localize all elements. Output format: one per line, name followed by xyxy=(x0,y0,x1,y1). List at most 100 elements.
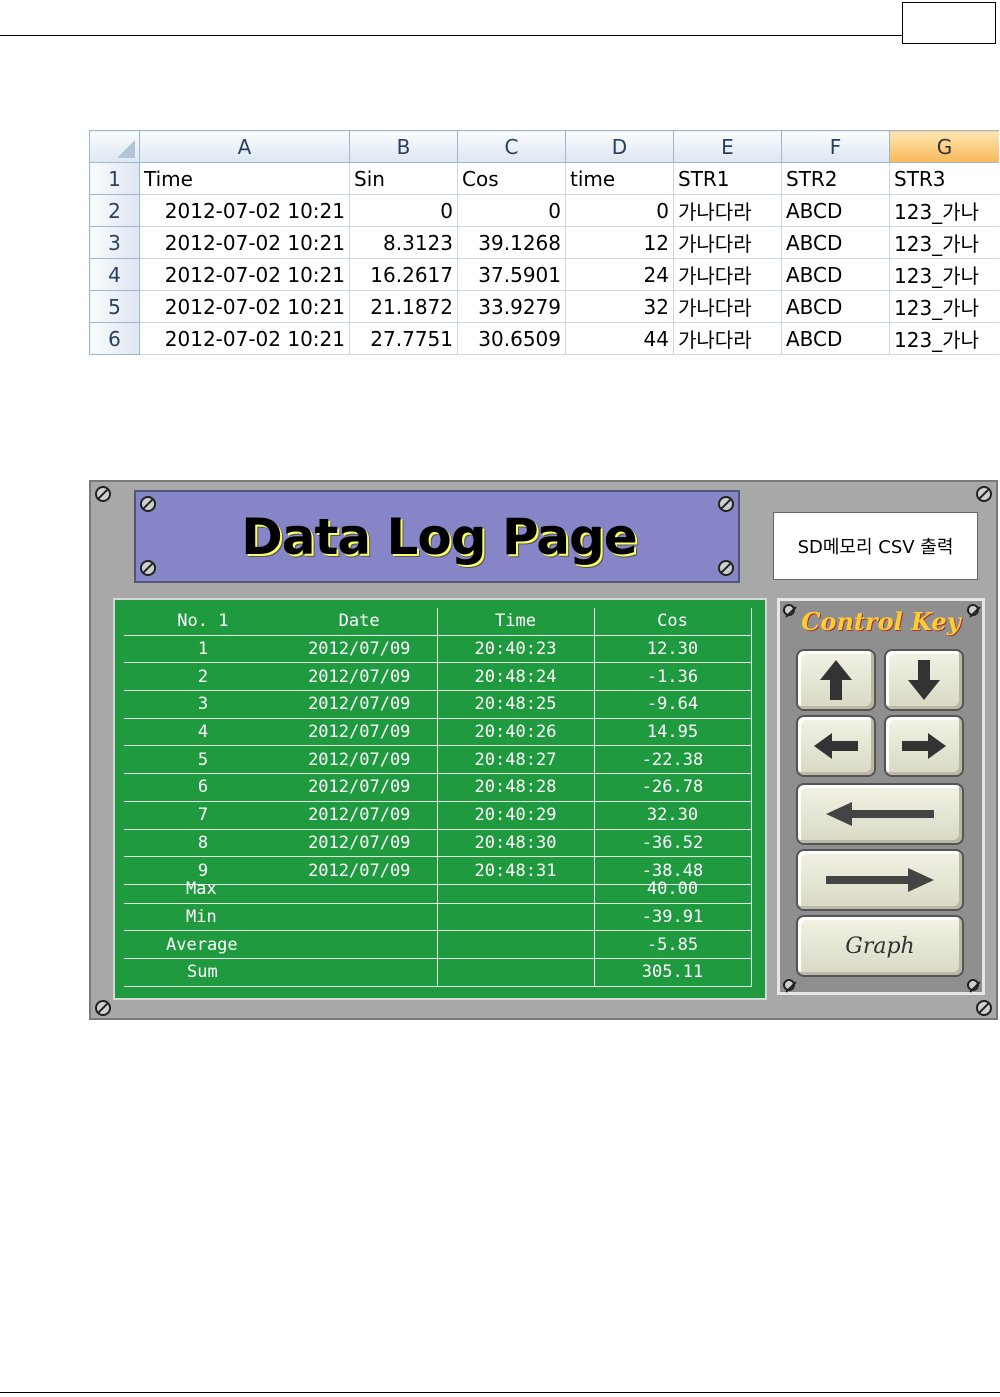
cell[interactable]: 123_가나 xyxy=(889,226,999,259)
log-time: 20:48:28 xyxy=(437,773,595,802)
cell[interactable]: 2012-07-02 10:21 xyxy=(139,322,350,355)
cell[interactable]: 30.6509 xyxy=(457,322,566,355)
page-back-button[interactable] xyxy=(796,783,964,845)
cell[interactable]: STR1 xyxy=(673,162,782,195)
log-date: 2012/07/09 xyxy=(282,718,438,747)
up-button[interactable] xyxy=(796,649,876,711)
cell[interactable]: 가나다라 xyxy=(673,194,782,227)
cell[interactable]: 24 xyxy=(565,258,674,291)
cell[interactable]: 44 xyxy=(565,322,674,355)
cell[interactable]: 32 xyxy=(565,290,674,323)
log-date: 2012/07/09 xyxy=(282,829,438,858)
log-row[interactable]: 6 2012/07/09 20:48:28 -26.78 xyxy=(124,773,752,802)
log-time: 20:40:23 xyxy=(437,635,595,664)
cell[interactable]: 가나다라 xyxy=(673,322,782,355)
row-header[interactable]: 1 xyxy=(89,162,140,195)
screw-icon xyxy=(976,486,992,502)
log-row[interactable]: 4 2012/07/09 20:40:26 14.95 xyxy=(124,718,752,747)
log-no: 5 xyxy=(124,745,282,775)
log-no: 4 xyxy=(124,718,282,747)
cell[interactable]: 0 xyxy=(349,194,458,227)
row-header[interactable]: 2 xyxy=(89,194,140,227)
column-header-b[interactable]: B xyxy=(349,130,458,163)
cell[interactable]: 12 xyxy=(565,226,674,259)
log-row[interactable]: 7 2012/07/09 20:40:29 32.30 xyxy=(124,801,752,830)
log-row[interactable]: 1 2012/07/09 20:40:23 12.30 xyxy=(124,635,752,664)
summary-time xyxy=(437,930,595,960)
log-row[interactable]: 3 2012/07/09 20:48:25 -9.64 xyxy=(124,690,752,719)
cell[interactable]: ABCD xyxy=(781,290,890,323)
cell[interactable]: 8.3123 xyxy=(349,226,458,259)
control-keypad: Control Key Graph xyxy=(777,598,985,995)
cell[interactable]: 33.9279 xyxy=(457,290,566,323)
cell[interactable]: 21.1872 xyxy=(349,290,458,323)
cell[interactable]: 0 xyxy=(565,194,674,227)
cell[interactable]: 16.2617 xyxy=(349,258,458,291)
row-header[interactable]: 5 xyxy=(89,290,140,323)
log-row[interactable]: 8 2012/07/09 20:48:30 -36.52 xyxy=(124,829,752,858)
summary-value: -5.85 xyxy=(594,930,752,960)
cell[interactable]: 0 xyxy=(457,194,566,227)
cell[interactable]: 2012-07-02 10:21 xyxy=(139,194,350,227)
graph-button[interactable]: Graph xyxy=(796,915,964,977)
cell[interactable]: 가나다라 xyxy=(673,258,782,291)
column-header-g[interactable]: G xyxy=(889,130,999,163)
log-row[interactable]: 2 2012/07/09 20:48:24 -1.36 xyxy=(124,662,752,692)
column-header-f[interactable]: F xyxy=(781,130,890,163)
cell[interactable]: 가나다라 xyxy=(673,290,782,323)
arrow-right-icon xyxy=(902,733,946,759)
right-button[interactable] xyxy=(884,715,964,777)
summary-row-max: Max 40.00 xyxy=(124,876,752,904)
keypad-title: Control Key xyxy=(801,607,961,636)
cell[interactable]: ABCD xyxy=(781,226,890,259)
cell[interactable]: Sin xyxy=(349,162,458,195)
cell[interactable]: STR3 xyxy=(889,162,999,195)
log-cos: -26.78 xyxy=(594,773,752,802)
cell[interactable]: Time xyxy=(139,162,350,195)
down-button[interactable] xyxy=(884,649,964,711)
csv-export-button[interactable]: SD메모리 CSV 출력 xyxy=(773,512,978,580)
log-time: 20:48:27 xyxy=(437,745,595,775)
summary-value: 40.00 xyxy=(594,876,752,904)
cell[interactable]: ABCD xyxy=(781,258,890,291)
log-header-no: No. 1 xyxy=(177,611,229,632)
cell[interactable]: 2012-07-02 10:21 xyxy=(139,258,350,291)
row-header[interactable]: 4 xyxy=(89,258,140,291)
cell[interactable]: ABCD xyxy=(781,194,890,227)
cell[interactable]: 39.1268 xyxy=(457,226,566,259)
footer-rule xyxy=(0,1392,1000,1393)
cell[interactable]: 2012-07-02 10:21 xyxy=(139,290,350,323)
log-header-row: No. 1 Date Time Cos xyxy=(124,608,752,636)
cell[interactable]: time xyxy=(565,162,674,195)
log-row[interactable]: 5 2012/07/09 20:48:27 -22.38 xyxy=(124,745,752,775)
cell[interactable]: 123_가나 xyxy=(889,290,999,323)
cell[interactable]: 가나다라 xyxy=(673,226,782,259)
log-no: 7 xyxy=(124,801,282,830)
log-date: 2012/07/09 xyxy=(282,662,438,692)
column-header-e[interactable]: E xyxy=(673,130,782,163)
column-header-c[interactable]: C xyxy=(457,130,566,163)
graph-button-label: Graph xyxy=(845,933,915,959)
page-forward-button[interactable] xyxy=(796,849,964,911)
cell[interactable]: 123_가나 xyxy=(889,322,999,355)
cell[interactable]: 123_가나 xyxy=(889,258,999,291)
cell[interactable]: STR2 xyxy=(781,162,890,195)
summary-time xyxy=(437,958,595,987)
sheet-row: 5 2012-07-02 10:21 21.1872 33.9279 32 가나… xyxy=(89,290,999,323)
left-button[interactable] xyxy=(796,715,876,777)
summary-label: Max xyxy=(124,876,438,904)
sheet-row: 6 2012-07-02 10:21 27.7751 30.6509 44 가나… xyxy=(89,322,999,355)
cell[interactable]: 2012-07-02 10:21 xyxy=(139,226,350,259)
cell[interactable]: ABCD xyxy=(781,322,890,355)
cell[interactable]: 123_가나 xyxy=(889,194,999,227)
cell[interactable]: Cos xyxy=(457,162,566,195)
column-header-d[interactable]: D xyxy=(565,130,674,163)
cell[interactable]: 37.5901 xyxy=(457,258,566,291)
cell[interactable]: 27.7751 xyxy=(349,322,458,355)
column-header-a[interactable]: A xyxy=(139,130,350,163)
row-header[interactable]: 3 xyxy=(89,226,140,259)
log-time: 20:40:29 xyxy=(437,801,595,830)
row-header[interactable]: 6 xyxy=(89,322,140,355)
select-all-corner[interactable] xyxy=(89,130,140,163)
summary-label: Average xyxy=(124,930,438,960)
